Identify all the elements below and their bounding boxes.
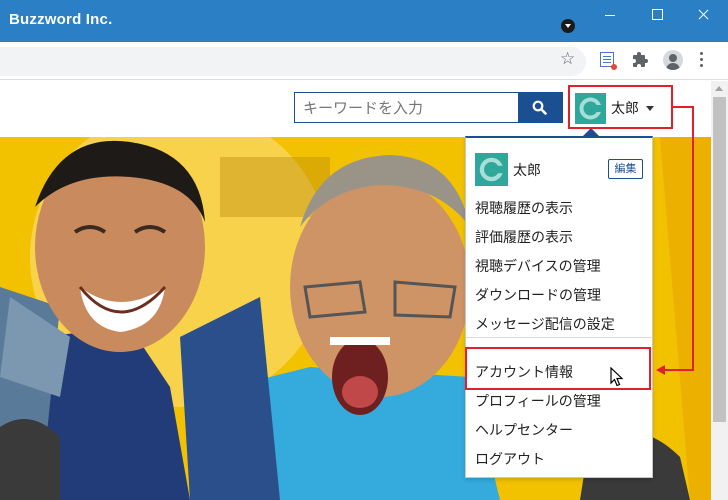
search-input[interactable]: [294, 92, 518, 123]
menu-item-rating-history[interactable]: 評価履歴の表示: [475, 227, 573, 247]
search-button[interactable]: [518, 92, 563, 123]
dropdown-user-name: 太郎: [513, 163, 541, 179]
menu-item-device-management[interactable]: 視聴デバイスの管理: [475, 256, 601, 276]
more-vertical-icon[interactable]: [700, 52, 704, 68]
menu-item-profile-management[interactable]: プロフィールの管理: [475, 391, 601, 411]
extension-list-icon[interactable]: [600, 52, 617, 70]
browser-toolbar: ☆: [0, 42, 728, 80]
address-bar[interactable]: [0, 47, 586, 76]
menu-item-download-management[interactable]: ダウンロードの管理: [475, 285, 601, 305]
annotation-line: [673, 106, 694, 108]
puzzle-icon[interactable]: [633, 51, 649, 71]
tab-search-icon[interactable]: [561, 19, 575, 33]
maximize-button[interactable]: [634, 0, 680, 30]
minimize-button[interactable]: [588, 0, 634, 30]
menu-item-message-settings[interactable]: メッセージ配信の設定: [475, 314, 615, 334]
window-title-bar: Buzzword Inc.: [0, 0, 728, 42]
profile-icon[interactable]: [663, 50, 683, 70]
window-title: Buzzword Inc.: [9, 11, 113, 28]
annotation-arrow-icon: [656, 365, 665, 375]
menu-item-view-history[interactable]: 視聴履歴の表示: [475, 198, 573, 218]
scroll-thumb[interactable]: [713, 97, 726, 422]
annotation-highlight-user-button: [568, 85, 673, 129]
dropdown-pointer: [583, 128, 599, 136]
close-window-button[interactable]: [680, 0, 726, 30]
scroll-up-icon[interactable]: [715, 86, 723, 91]
avatar-c-icon: [475, 153, 508, 186]
menu-divider: [466, 337, 652, 338]
user-dropdown-menu: 太郎 編集 視聴履歴の表示 評価履歴の表示 視聴デバイスの管理 ダウンロードの管…: [465, 136, 653, 478]
annotation-line: [663, 369, 694, 371]
edit-button[interactable]: 編集: [608, 159, 643, 179]
star-icon[interactable]: ☆: [560, 49, 575, 69]
annotation-line: [692, 106, 694, 371]
menu-item-logout[interactable]: ログアウト: [475, 449, 545, 469]
page-scrollbar[interactable]: [711, 81, 728, 500]
search-icon: [532, 100, 547, 115]
annotation-highlight-account-info: [465, 347, 651, 390]
menu-item-help-center[interactable]: ヘルプセンター: [475, 420, 573, 440]
